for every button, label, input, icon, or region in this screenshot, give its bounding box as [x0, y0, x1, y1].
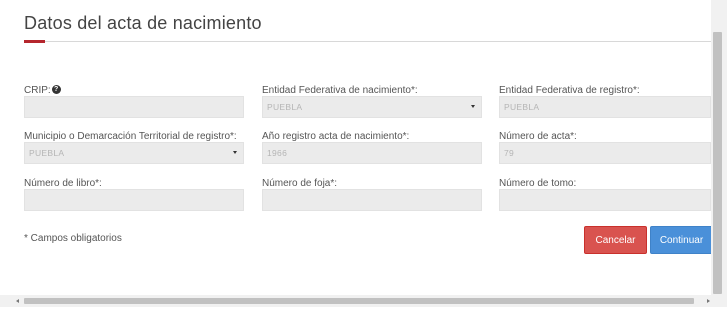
municipality-value: PUEBLA: [29, 148, 65, 158]
vertical-scrollbar-thumb[interactable]: [713, 32, 722, 294]
scroll-right-arrow-icon[interactable]: [707, 299, 710, 303]
volume-number-label: Número de tomo:: [499, 178, 577, 189]
page-number-label: Número de foja*:: [262, 178, 338, 189]
crip-input[interactable]: [24, 96, 244, 118]
page-title: Datos del acta de nacimiento: [24, 13, 262, 33]
scroll-left-arrow-icon[interactable]: [16, 299, 19, 303]
chevron-down-icon: [233, 151, 237, 154]
book-number-label: Número de libro*:: [24, 178, 102, 189]
page-number-input[interactable]: [262, 189, 482, 211]
cancel-button[interactable]: Cancelar: [584, 226, 647, 254]
title-divider: [24, 41, 712, 42]
registry-year-input[interactable]: 1966: [262, 142, 482, 164]
registry-state-label: Entidad Federativa de registro*:: [499, 85, 640, 96]
chevron-down-icon: [471, 105, 475, 108]
volume-number-input[interactable]: [499, 189, 711, 211]
municipality-select[interactable]: PUEBLA: [24, 142, 244, 164]
horizontal-scrollbar-thumb[interactable]: [24, 298, 694, 304]
continue-button[interactable]: Continuar: [650, 226, 713, 254]
birth-state-value: PUEBLA: [267, 102, 303, 112]
municipality-label: Municipio o Demarcación Territorial de r…: [24, 131, 237, 142]
birth-state-select[interactable]: PUEBLA: [262, 96, 482, 118]
act-number-input[interactable]: 79: [499, 142, 711, 164]
required-fields-note: * Campos obligatorios: [24, 233, 122, 244]
birth-state-label: Entidad Federativa de nacimiento*:: [262, 85, 418, 96]
book-number-input[interactable]: [24, 189, 244, 211]
info-icon[interactable]: ?: [51, 84, 61, 94]
title-accent-bar: [24, 40, 45, 43]
registry-year-label: Año registro acta de nacimiento*:: [262, 131, 410, 142]
registry-state-value: PUEBLA: [504, 102, 540, 112]
crip-label: CRIP:?: [24, 84, 61, 96]
act-number-label: Número de acta*:: [499, 131, 577, 142]
registry-state-select[interactable]: PUEBLA: [499, 96, 711, 118]
crip-label-text: CRIP:: [24, 85, 51, 96]
